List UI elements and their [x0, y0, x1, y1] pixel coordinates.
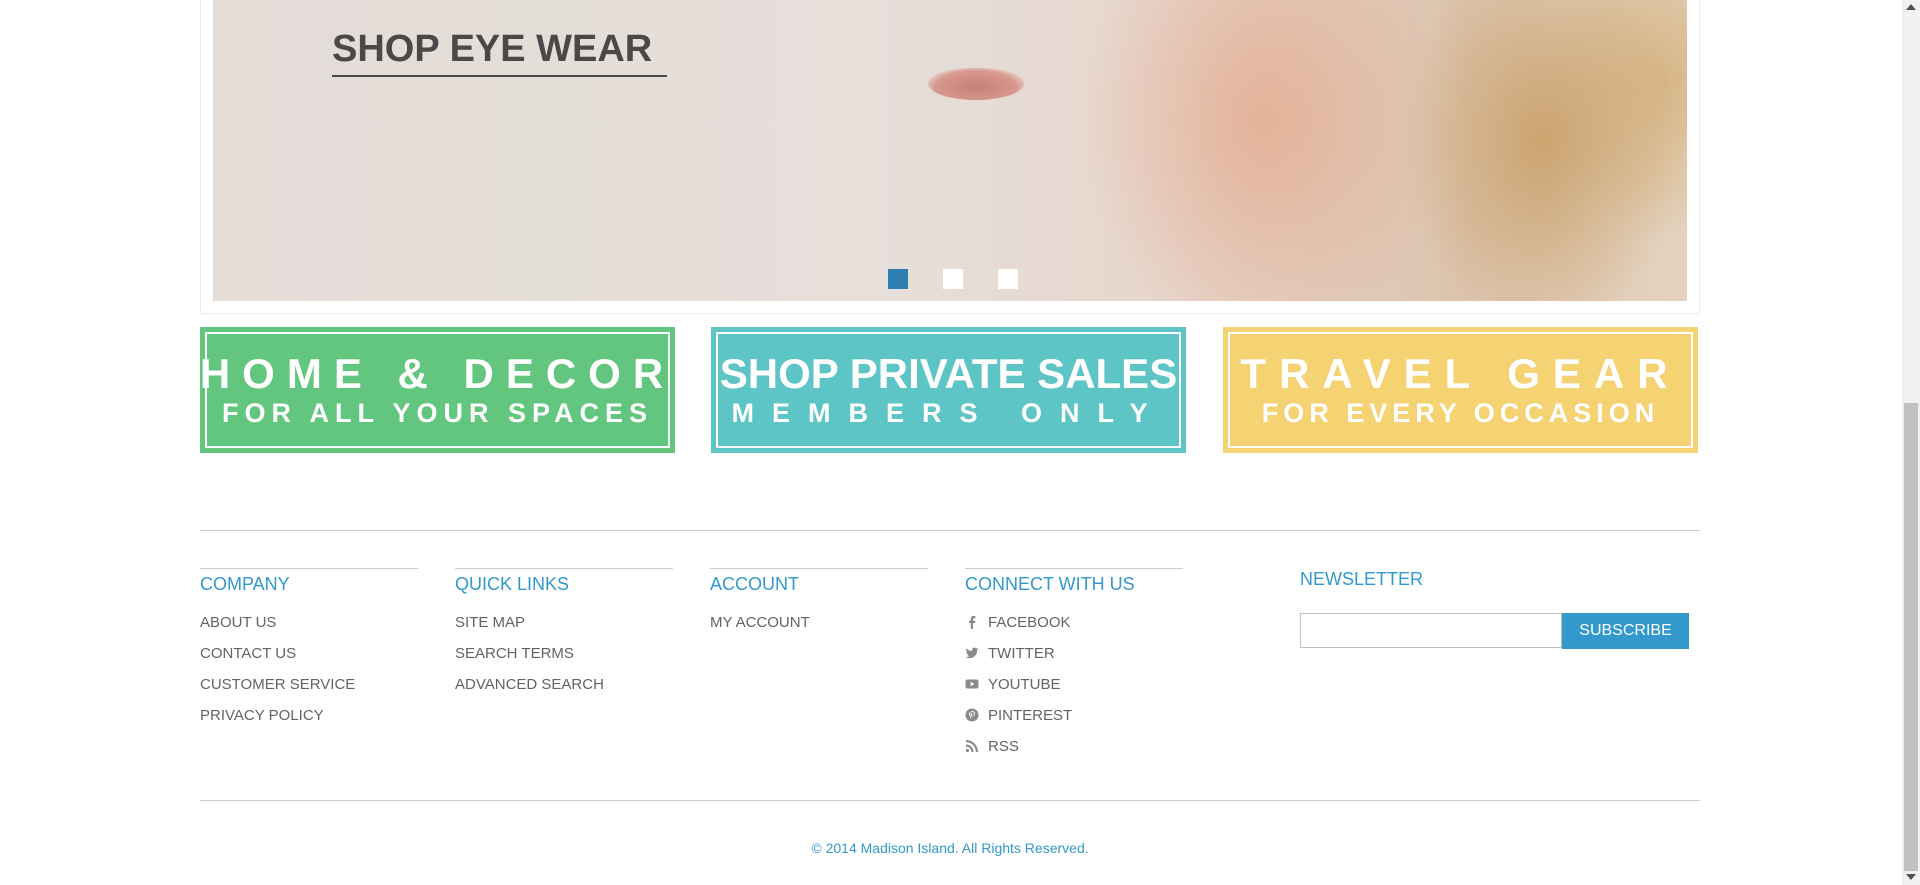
pinterest-label: PINTEREST	[988, 707, 1073, 724]
scroll-down-arrow-icon[interactable]	[1906, 874, 1916, 880]
rss-icon	[965, 740, 978, 753]
twitter-icon	[965, 647, 979, 659]
promo-subline: FOR ALL YOUR SPACES	[221, 398, 654, 428]
account-column-rule	[710, 568, 928, 569]
newsletter-heading: NEWSLETTER	[1300, 569, 1424, 589]
promo-home-decor-inner: HOME & DECOR FOR ALL YOUR SPACES	[200, 332, 670, 448]
promo-travel-gear-inner: TRAVEL GEAR FOR EVERY OCCASION	[1228, 332, 1693, 448]
account-heading: ACCOUNT	[710, 574, 799, 594]
company-column-rule	[200, 568, 418, 569]
footer-link-contact-us[interactable]: CONTACT US	[200, 645, 296, 662]
promo-travel-gear[interactable]: TRAVEL GEAR FOR EVERY OCCASION	[1223, 327, 1698, 453]
footer-link-about-us[interactable]: ABOUT US	[200, 614, 276, 631]
slide-dot-2[interactable]	[943, 269, 963, 289]
rss-label: RSS	[988, 738, 1019, 755]
footer-link-youtube[interactable]: YOUTUBE	[965, 676, 1061, 693]
footer-link-search-terms[interactable]: SEARCH TERMS	[455, 645, 574, 662]
promo-home-decor[interactable]: HOME & DECOR FOR ALL YOUR SPACES	[200, 327, 675, 453]
connect-column-rule	[965, 568, 1183, 569]
youtube-label: YOUTUBE	[988, 676, 1061, 693]
footer-bottom-divider	[200, 800, 1700, 801]
company-heading: COMPANY	[200, 574, 290, 594]
promo-subline: MEMBERS ONLY	[731, 398, 1166, 428]
connect-heading: CONNECT WITH US	[965, 574, 1135, 594]
promo-private-sales[interactable]: SHOP PRIVATE SALES MEMBERS ONLY	[711, 327, 1186, 453]
footer-top-divider	[200, 530, 1700, 531]
footer-link-privacy-policy[interactable]: PRIVACY POLICY	[200, 707, 324, 724]
newsletter-email-input[interactable]	[1300, 613, 1562, 648]
footer-link-pinterest[interactable]: PINTEREST	[965, 707, 1072, 724]
pinterest-icon	[965, 708, 979, 722]
hero-title-link[interactable]: SHOP EYE WEAR	[332, 28, 652, 71]
hero-model-detail	[928, 68, 1024, 100]
footer-link-customer-service[interactable]: CUSTOMER SERVICE	[200, 676, 355, 693]
promo-private-sales-inner: SHOP PRIVATE SALES MEMBERS ONLY	[716, 332, 1181, 448]
scroll-up-arrow-icon[interactable]	[1906, 4, 1916, 10]
footer-link-my-account[interactable]: MY ACCOUNT	[710, 614, 810, 631]
promo-headline: HOME & DECOR	[199, 350, 676, 397]
quick-links-column-rule	[455, 568, 673, 569]
footer-link-advanced-search[interactable]: ADVANCED SEARCH	[455, 676, 604, 693]
footer-link-twitter[interactable]: TWITTER	[965, 645, 1055, 662]
promo-headline: SHOP PRIVATE SALES	[719, 350, 1178, 397]
footer-link-rss[interactable]: RSS	[965, 738, 1019, 755]
facebook-label: FACEBOOK	[988, 614, 1071, 631]
footer-link-site-map[interactable]: SITE MAP	[455, 614, 525, 631]
hero-title-underline	[332, 75, 667, 77]
youtube-icon	[965, 679, 979, 689]
footer-link-facebook[interactable]: FACEBOOK	[965, 614, 1071, 631]
subscribe-button[interactable]: SUBSCRIBE	[1562, 613, 1689, 649]
promo-subline: FOR EVERY OCCASION	[1261, 398, 1660, 428]
slide-dot-1[interactable]	[888, 269, 908, 289]
promo-headline: TRAVEL GEAR	[1240, 350, 1681, 397]
page-scrollbar-thumb[interactable]	[1904, 403, 1918, 871]
copyright-text: © 2014 Madison Island. All Rights Reserv…	[811, 840, 1089, 856]
facebook-icon	[969, 616, 976, 629]
slide-dot-3[interactable]	[998, 269, 1018, 289]
quick-links-heading: QUICK LINKS	[455, 574, 570, 594]
twitter-label: TWITTER	[988, 645, 1055, 662]
